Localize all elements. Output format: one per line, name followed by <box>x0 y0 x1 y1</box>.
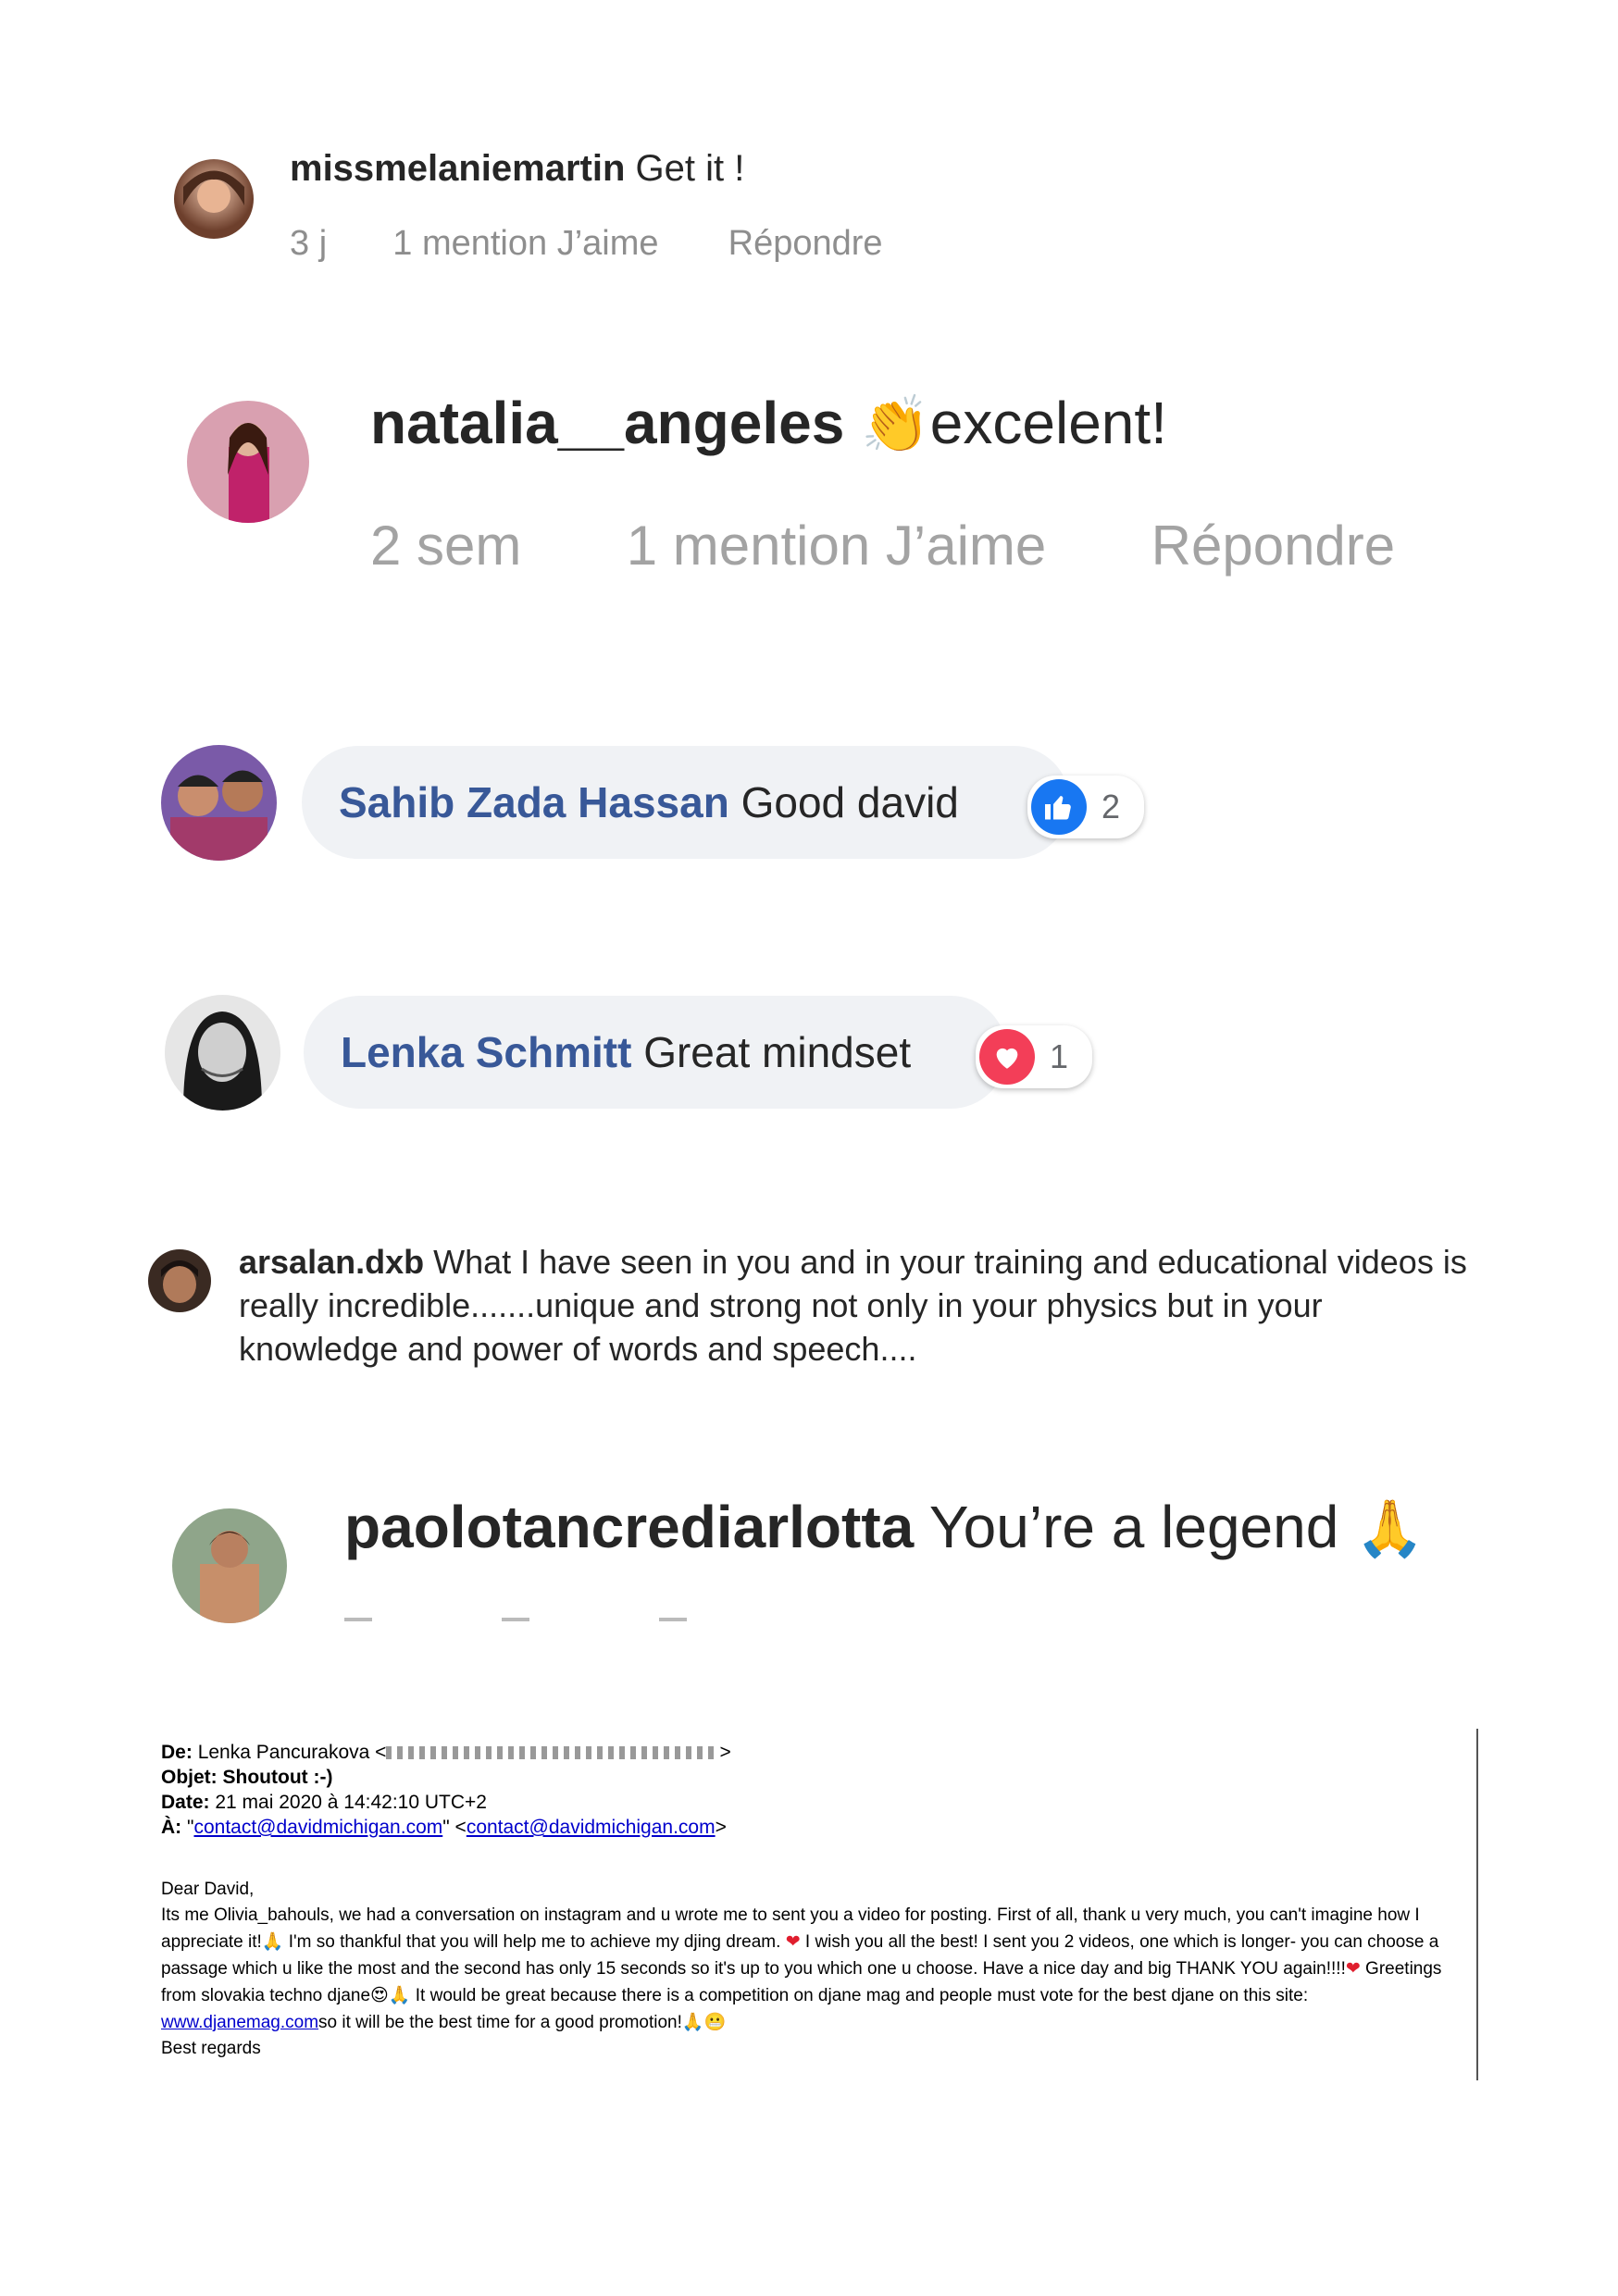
comment-text: Great mindset <box>643 1028 912 1076</box>
heart-icon <box>979 1029 1035 1085</box>
comment-text: Good david <box>741 778 959 826</box>
email-link[interactable]: contact@davidmichigan.com <box>467 1817 716 1838</box>
comment-username[interactable]: paolotancrediarlotta <box>344 1494 914 1560</box>
comment-time: 2 sem <box>370 515 522 577</box>
comment-text: What I have seen in you and in your trai… <box>239 1243 1467 1368</box>
folded-hands-icon: 🙏 <box>261 1931 284 1952</box>
comment-line: natalia__angeles 👏excelent! <box>370 389 1167 457</box>
comment-meta: 2 sem 1 mention J’aime Répondre <box>370 514 1395 577</box>
comment-text: excelent! <box>929 390 1167 456</box>
redacted-email <box>386 1746 720 1760</box>
comment-text: Get it ! <box>635 148 745 189</box>
email-to: À: "contact@davidmichigan.com" <contact@… <box>161 1817 727 1838</box>
comment-author[interactable]: Lenka Schmitt <box>341 1027 631 1077</box>
heart-icon: ❤ <box>785 1931 801 1952</box>
comment-text: You’re a legend <box>928 1494 1339 1560</box>
folded-hands-icon: 🙏 <box>388 1985 411 2005</box>
comment-time: 3 j <box>290 224 328 263</box>
clap-emoji-icon: 👏 <box>861 392 930 457</box>
thumbs-up-icon <box>1031 779 1087 835</box>
comment-username[interactable]: arsalan.dxb <box>239 1243 424 1281</box>
reply-button[interactable]: Répondre <box>728 224 883 264</box>
comment-bubble: Lenka Schmitt Great mindset <box>304 996 1007 1109</box>
comment-author[interactable]: Sahib Zada Hassan <box>339 777 729 827</box>
divider <box>1476 1729 1478 2080</box>
like-count[interactable]: 1 mention J’aime <box>392 224 658 264</box>
email-date: Date: 21 mai 2020 à 14:42:10 UTC+2 <box>161 1792 487 1813</box>
email-sender: Lenka Pancurakova <box>197 1742 370 1763</box>
reaction-count: 2 <box>1101 788 1121 825</box>
website-link[interactable]: www.djanemag.com <box>161 2013 318 2032</box>
reply-button[interactable]: Répondre <box>1151 514 1396 577</box>
email-signoff: Best regards <box>161 2039 261 2058</box>
folded-hands-icon: 🙏 <box>681 2012 704 2032</box>
comment-username[interactable]: missmelaniemartin <box>290 148 625 189</box>
email-from: De: Lenka Pancurakova < > <box>161 1742 731 1763</box>
comment-meta: 3 j 1 mention J’aime Répondre <box>290 224 883 264</box>
email-subject: Objet: Shoutout :-) <box>161 1767 333 1788</box>
comment-username[interactable]: natalia__angeles <box>370 390 844 456</box>
folded-hands-icon: 🙏 <box>1355 1496 1425 1561</box>
comment-line: arsalan.dxb What I have seen in you and … <box>239 1240 1488 1371</box>
avatar[interactable] <box>148 1249 211 1312</box>
grimacing-icon: 😬 <box>703 2012 727 2032</box>
avatar[interactable] <box>174 159 254 239</box>
avatar[interactable] <box>172 1508 287 1623</box>
email-message: De: Lenka Pancurakova < > Objet: Shoutout… <box>161 1740 1474 2062</box>
comment-bubble: Sahib Zada Hassan Good david <box>302 746 1070 859</box>
reaction-count: 1 <box>1050 1037 1069 1075</box>
avatar[interactable] <box>187 401 309 523</box>
like-count[interactable]: 1 mention J’aime <box>627 514 1047 577</box>
email-link[interactable]: contact@davidmichigan.com <box>193 1817 442 1838</box>
avatar[interactable] <box>165 995 280 1111</box>
comment-line: missmelaniemartin Get it ! <box>290 148 744 190</box>
email-greeting: Dear David, <box>161 1880 255 1899</box>
heart-eyes-icon: 😍 <box>370 1985 389 2005</box>
reaction-count-badge[interactable]: 1 <box>976 1025 1092 1088</box>
heart-icon: ❤ <box>1345 1958 1361 1979</box>
email-body: Dear David, Its me Olivia_bahouls, we ha… <box>161 1877 1474 2062</box>
cut-off-meta-divider <box>344 1618 779 1621</box>
reaction-count-badge[interactable]: 2 <box>1027 776 1144 838</box>
comment-line: paolotancrediarlotta You’re a legend 🙏 <box>344 1493 1425 1561</box>
avatar[interactable] <box>161 745 277 861</box>
